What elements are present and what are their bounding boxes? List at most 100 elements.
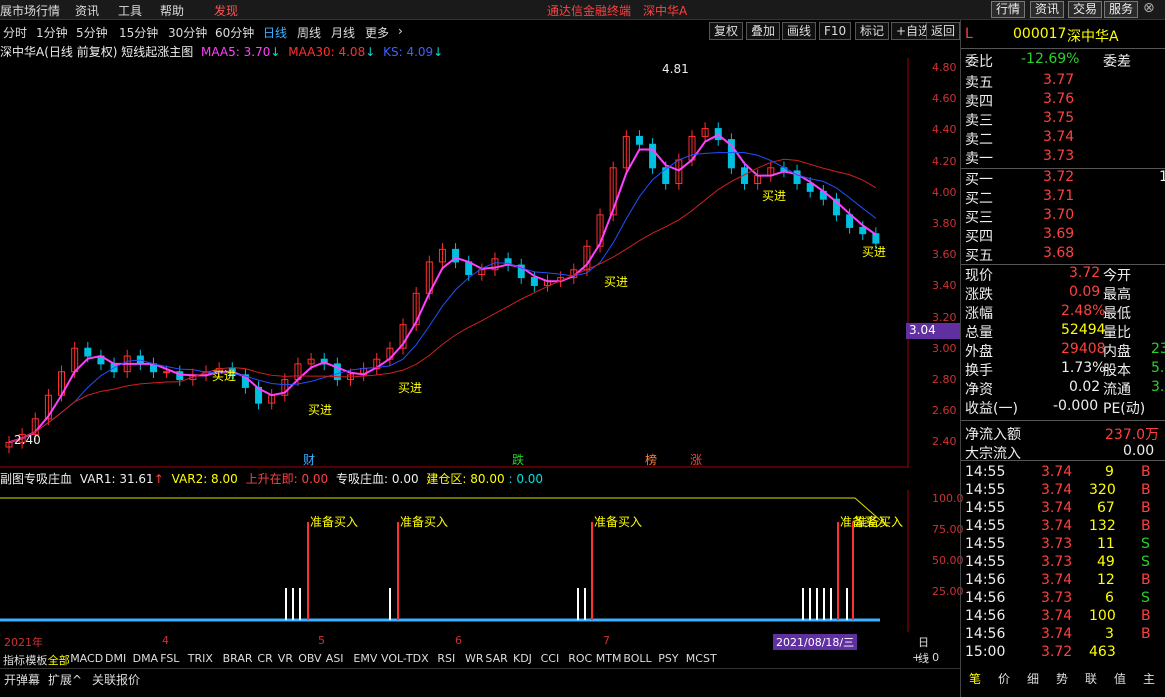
expand-button[interactable]: 扩展^ xyxy=(48,671,82,688)
indicator-tab[interactable]: VR xyxy=(278,652,293,665)
indicator-tab[interactable]: MTM xyxy=(596,652,622,665)
menu-discover[interactable]: 发现 xyxy=(214,2,238,19)
tick-row-cell: 132 xyxy=(1089,518,1116,534)
stat-row-cell: 29408 xyxy=(1061,341,1106,357)
indicator-tab[interactable]: SAR xyxy=(485,652,507,665)
tick-row: 14:56 3.74 100 B xyxy=(963,608,1163,626)
price-axis-label: 2.40 xyxy=(932,435,957,449)
f10-button[interactable]: F10 xyxy=(819,22,852,40)
indicator-tab[interactable]: EMV xyxy=(353,652,377,665)
zoom-controls[interactable]: + - 0 xyxy=(912,651,939,664)
top-trade-button[interactable]: 交易 xyxy=(1068,1,1103,18)
stat-row-cell: PE(动) xyxy=(1103,401,1146,417)
tick-row-cell: 49 xyxy=(1097,554,1115,570)
period-15min[interactable]: 15分钟 xyxy=(119,24,158,41)
candle xyxy=(872,233,880,244)
kline-chart[interactable]: 4.812.40买进买进买进买进买进买进财跌榜涨 xyxy=(0,58,910,468)
stat-row: 换手 1.73%股本 5.5 xyxy=(963,360,1165,379)
quote-footer-tab[interactable]: 主 xyxy=(1143,670,1155,687)
stat-row-cell: 内盘 xyxy=(1103,344,1131,360)
draw-line-button[interactable]: 画线 xyxy=(782,22,817,40)
arrow-down-icon: ↓ xyxy=(365,45,376,59)
tick-row-cell: 3.74 xyxy=(1041,482,1073,498)
ask-row-cell: 3.76 xyxy=(1043,91,1075,107)
close-icon[interactable]: ⊗ xyxy=(1143,0,1155,16)
period-intraday[interactable]: 分时 xyxy=(3,24,27,41)
tick-row-cell: 14:55 xyxy=(965,518,1006,534)
var2-value: VAR2: 8.00 xyxy=(171,472,238,486)
indicator-tab[interactable]: CR xyxy=(257,652,272,665)
indicator-tab[interactable]: MCST xyxy=(686,652,717,665)
arrow-up-icon: ↑ xyxy=(153,472,164,486)
indicator-tab[interactable]: RSI xyxy=(437,652,455,665)
overlay-button[interactable]: 叠加 xyxy=(746,22,781,40)
period-more[interactable]: 更多 xyxy=(365,24,389,41)
period-60min[interactable]: 60分钟 xyxy=(215,24,254,41)
period-5min[interactable]: 5分钟 xyxy=(76,24,108,41)
indicator-tab[interactable]: BOLL xyxy=(623,652,651,665)
period-30min[interactable]: 30分钟 xyxy=(168,24,207,41)
indicator-tab[interactable]: 指标 xyxy=(3,652,25,668)
indicator-tab[interactable]: ROC xyxy=(568,652,592,665)
quote-footer-tab[interactable]: 值 xyxy=(1114,670,1126,687)
top-news-button[interactable]: 资讯 xyxy=(1030,1,1065,18)
indicator-tab[interactable]: ASI xyxy=(326,652,344,665)
danmaku-button[interactable]: 开弹幕 xyxy=(4,671,40,688)
indicator-tab[interactable]: WR xyxy=(465,652,484,665)
indicator-tab[interactable]: KDJ xyxy=(513,652,532,665)
quote-footer-tab[interactable]: 笔 xyxy=(969,670,981,687)
timeline-month-4: 4 xyxy=(162,634,169,647)
tick-row-cell: 14:55 xyxy=(965,464,1006,480)
period-weekly[interactable]: 周线 xyxy=(297,24,321,41)
period-daily[interactable]: 日线 xyxy=(263,24,287,41)
bid-row-cell: 买一 xyxy=(965,172,993,188)
stat-row-cell: 1.73% xyxy=(1061,360,1106,376)
top-service-button[interactable]: 服务 xyxy=(1104,1,1139,18)
bid-row-cell: 3.70 xyxy=(1043,207,1075,223)
divider xyxy=(961,420,1165,421)
indicator-tab[interactable]: BRAR xyxy=(223,652,253,665)
build-zone-value: 建仓区: 80.00 xyxy=(426,472,505,486)
indicator-tab[interactable]: MACD xyxy=(70,652,103,665)
top-quote-button[interactable]: 行情 xyxy=(991,1,1026,18)
quote-footer-tab[interactable]: 价 xyxy=(998,670,1010,687)
indicator-tab[interactable]: 模板 xyxy=(25,652,47,668)
quote-footer-tab[interactable]: 联 xyxy=(1085,670,1097,687)
bid-row-cell: 买四 xyxy=(965,229,993,245)
menu-tools[interactable]: 工具 xyxy=(118,2,142,19)
period-monthly[interactable]: 月线 xyxy=(331,24,355,41)
tick-row-cell: 9 xyxy=(1105,464,1114,480)
indicator-tab[interactable]: CCI xyxy=(541,652,560,665)
indicator-tab[interactable]: OBV xyxy=(298,652,321,665)
ask-row-cell: 卖二 xyxy=(965,132,993,148)
period-1min[interactable]: 1分钟 xyxy=(36,24,68,41)
ask-row: 卖五 3.77 xyxy=(963,72,1163,91)
indicator-tab[interactable]: FSL xyxy=(160,652,179,665)
tick-row: 15:00 3.72 463 xyxy=(963,644,1163,662)
indicator-tab[interactable]: DMA xyxy=(133,652,159,665)
chevron-right-icon[interactable]: › xyxy=(398,24,403,38)
indicator-tab[interactable]: 全部 xyxy=(48,652,70,668)
indicator-chart[interactable]: 准备买入 准备买入 准备买入 准备买入准备买入 xyxy=(0,490,910,632)
indicator-tab[interactable]: DMI xyxy=(105,652,126,665)
indicator-axis-label: 75.00 xyxy=(932,523,964,536)
candle xyxy=(806,182,814,192)
quote-footer-tab[interactable]: 势 xyxy=(1056,670,1068,687)
indicator-tab[interactable]: PSY xyxy=(658,652,678,665)
order-ratio-cell: 委比 xyxy=(965,54,993,70)
flow-row-cell: 0.00 xyxy=(1123,443,1155,459)
indicator-tab[interactable]: VOL-TDX xyxy=(381,652,429,665)
mark-button[interactable]: 标记 xyxy=(855,22,890,40)
bid-row-cell: 3.68 xyxy=(1043,245,1075,261)
back-button[interactable]: 返回 xyxy=(926,22,961,40)
indicator-tab[interactable]: TRIX xyxy=(188,652,213,665)
menu-market[interactable]: 展市场行情 xyxy=(0,2,60,19)
related-quote-button[interactable]: 关联报价 xyxy=(92,671,140,688)
quote-footer-tab[interactable]: 细 xyxy=(1027,670,1039,687)
menu-help[interactable]: 帮助 xyxy=(160,2,184,19)
stat-row-cell: 0.02 xyxy=(1069,379,1101,395)
menu-news[interactable]: 资讯 xyxy=(75,2,99,19)
rise-soon-value: 上升在即: 0.00 xyxy=(245,472,329,486)
adjust-button[interactable]: 复权 xyxy=(709,22,744,40)
price-axis-label: 3.20 xyxy=(932,310,957,324)
